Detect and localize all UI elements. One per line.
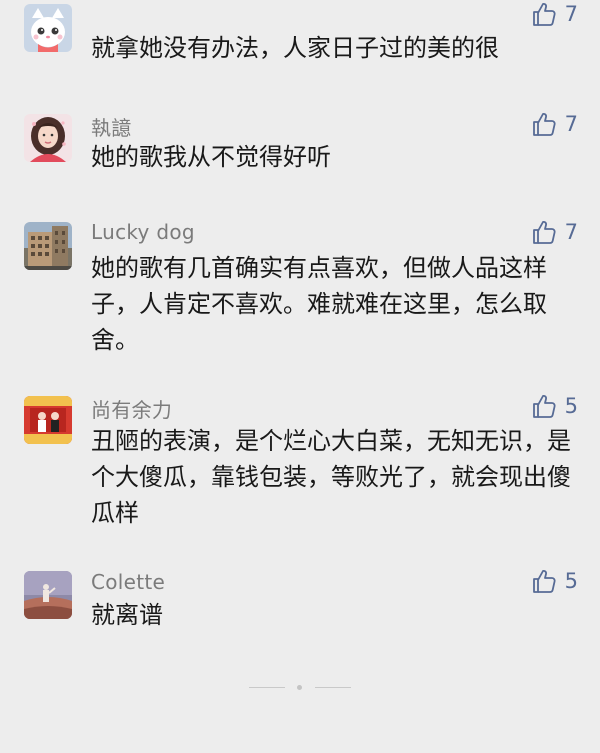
thumbs-up-icon <box>531 568 557 594</box>
landscape-figure-avatar <box>24 571 72 619</box>
avatar[interactable] <box>24 114 72 162</box>
thumbs-up-icon <box>531 219 557 245</box>
like-count: 7 <box>564 2 578 26</box>
avatar[interactable] <box>24 396 72 444</box>
girl-portrait-avatar <box>24 114 72 162</box>
comment-text: 她的歌有几首确实有点喜欢，但做人品这样子，人肯定不喜欢。难就难在这里，怎么取舍。 <box>91 254 547 354</box>
like-button[interactable]: 7 <box>531 218 578 246</box>
comment-text: 她的歌我从不觉得好听 <box>91 143 331 171</box>
avatar[interactable] <box>24 222 72 270</box>
like-count: 7 <box>564 112 578 136</box>
like-count: 5 <box>564 394 578 418</box>
commenter-name[interactable]: 執譩 <box>91 112 132 141</box>
like-count: 7 <box>564 220 578 244</box>
divider-dot <box>297 685 302 690</box>
commenter-name[interactable]: Lucky dog <box>91 220 195 244</box>
thumbs-up-icon <box>531 393 557 419</box>
like-button[interactable]: 7 <box>531 110 578 138</box>
comment-text: 就离谱 <box>91 601 163 629</box>
divider-line-right <box>315 687 351 688</box>
thumbs-up-icon <box>531 1 557 27</box>
like-button[interactable]: 5 <box>531 392 578 420</box>
thumbs-up-icon <box>531 111 557 137</box>
divider-line-left <box>249 687 285 688</box>
end-of-list-indicator <box>249 685 353 690</box>
white-cat-avatar <box>24 4 72 52</box>
like-count: 5 <box>564 569 578 593</box>
red-stage-avatar <box>24 396 72 444</box>
commenter-name[interactable]: 尚有余力 <box>91 394 172 423</box>
comment-text: 丑陋的表演，是个烂心大白菜，无知无识，是个大傻瓜，靠钱包装，等败光了，就会现出傻… <box>91 427 571 527</box>
comment-text: 就拿她没有办法，人家日子过的美的很 <box>91 34 499 62</box>
avatar[interactable] <box>24 571 72 619</box>
avatar[interactable] <box>24 4 72 52</box>
like-button[interactable]: 5 <box>531 567 578 595</box>
building-photo-avatar <box>24 222 72 270</box>
like-button[interactable]: 7 <box>531 0 578 28</box>
commenter-name[interactable]: Colette <box>91 570 165 594</box>
